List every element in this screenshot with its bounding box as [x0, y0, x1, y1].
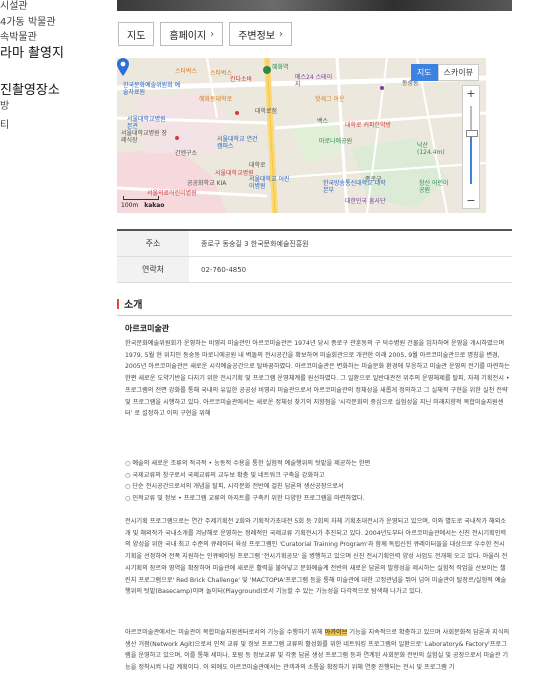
map-label: 대학로점: [255, 108, 278, 115]
list-item: ○ 인적교류 및 정보 • 프로그램 교류의 아지트를 구축키 위한 다양한 프…: [125, 494, 365, 502]
subsection-title: 아르코미술관: [125, 324, 170, 333]
highlighted-term: 아카이브: [324, 629, 348, 636]
zoom-level-fill: [470, 134, 472, 184]
map-label: 동숭동: [402, 80, 419, 87]
map[interactable]: 혜화역 스타벅스 스타벅스 메스24 스테이지 칸다소바 혜화동대학로 핫세그 …: [117, 58, 486, 213]
map-label: 대학로 커피한약방: [345, 122, 392, 129]
address-value: 종로구 동숭길 3 한국문화예술진흥원: [201, 239, 309, 248]
map-label: 백스: [317, 118, 329, 125]
second-paragraph: 전시기획 프로그램으로는 연간 주제기획전 2회와 기획작가초대전 5회 등 7…: [125, 516, 510, 598]
third-paragraph-start: 아르코미술관에서는 미술관이 복합미술지원센터로서의 기능을 수행하기 위해: [125, 629, 323, 636]
intro-paragraph-text: 한국문화예술위원회가 운영하는 비영리 미술관인 아르코미술관은 1974년 당…: [125, 340, 510, 418]
map-label: 메스24 스테이지: [295, 74, 333, 88]
divider: [117, 315, 512, 316]
map-label: 혜화동대학로: [199, 96, 233, 103]
zoom-in-button[interactable]: +: [463, 87, 479, 100]
map-attribution: 100m kakao: [121, 202, 164, 209]
map-button[interactable]: 지도: [118, 22, 155, 46]
info-row-address: 주소 종로구 동숭길 3 한국문화예술진흥원: [117, 231, 512, 257]
map-type-map-button[interactable]: 지도: [410, 64, 438, 81]
section-title-text: 소개: [124, 300, 143, 311]
chevron-right-icon: ›: [279, 28, 284, 40]
map-label: 공공화학교 KIA: [187, 180, 227, 187]
map-label: 서울대학교병원 장례식장: [121, 130, 168, 144]
map-label: 서울대학교병원 본관: [127, 116, 166, 130]
intro-paragraph: 한국문화예술위원회가 운영하는 비영리 미술관인 아르코미술관은 1974년 당…: [125, 338, 510, 420]
photo-strip: [117, 0, 512, 11]
section-title: 소개: [117, 296, 142, 311]
map-label: 스타벅스: [210, 70, 233, 77]
map-label: 종로구: [365, 176, 382, 183]
phone-label: 연락처: [117, 257, 189, 282]
chevron-right-icon: ›: [210, 28, 215, 40]
map-label: 대학로: [249, 162, 266, 169]
nearby-button-label: 주변정보: [238, 30, 276, 42]
scale-bar: [123, 196, 159, 200]
bullet-list: ○ 예술의 새로운 조류의 적극적 • 능동적 수용을 통한 실험적 예술행위의…: [125, 458, 510, 504]
second-paragraph-text: 전시기획 프로그램으로는 연간 주제기획전 2회와 기획작가초대전 5회 등 7…: [125, 518, 508, 596]
list-item: ○ 국제교류의 창구로서 국제교류의 교두보 확충 및 네트워크 구축을 강화하…: [125, 471, 325, 479]
map-label: 칸다소바: [230, 76, 253, 83]
map-label: 스타벅스: [175, 68, 198, 75]
info-row-phone: 연락처 02-760-4850: [117, 257, 512, 283]
sidebar-item[interactable]: 진촬영장소: [0, 79, 60, 98]
map-label: 한국문화예술위원회 예술자료원: [123, 82, 181, 96]
third-paragraph: 아르코미술관에서는 미술관이 복합미술지원센터로서의 기능을 수행하기 위해 아…: [125, 627, 510, 674]
sidebar: 시설관 4가동 박물관 속박물관 라마 촬영지 진촬영장소 방 티: [0, 0, 100, 684]
map-type-toggle: 지도 스카이뷰: [410, 64, 479, 81]
map-label: 서울대학교병원: [215, 170, 254, 177]
third-paragraph-text: 아르코미술관에서는 미술관이 복합미술지원센터로서의 기능을 수행하기 위해 아…: [125, 627, 510, 674]
nearby-button[interactable]: 주변정보 ›: [229, 22, 293, 46]
sidebar-item[interactable]: 속박물관: [0, 28, 37, 43]
zoom-slider-handle[interactable]: [466, 130, 478, 137]
map-label: 서울대학교 연건캠퍼스: [217, 136, 258, 150]
list-item: ○ 예술의 새로운 조류의 적극적 • 능동적 수용을 통한 실험적 예술행위의…: [125, 460, 371, 467]
location-pin-icon: [117, 58, 129, 76]
map-label: 마로니에공원: [319, 138, 353, 145]
map-label: 서울대학교 어린이병원: [249, 176, 290, 190]
zoom-out-button[interactable]: −: [463, 194, 479, 207]
map-label: 간엔구소: [175, 150, 198, 157]
address-label: 주소: [117, 231, 189, 256]
info-table: 주소 종로구 동숭길 3 한국문화예술진흥원 연락처 02-760-4850: [117, 229, 512, 283]
sidebar-item[interactable]: 4가동 박물관: [0, 13, 56, 28]
sidebar-item[interactable]: 라마 촬영지: [0, 42, 64, 61]
kakao-logo: kakao: [144, 202, 165, 209]
section-marker: [117, 299, 119, 309]
sidebar-item[interactable]: 방: [0, 97, 9, 112]
map-label: 대한민국 흥사단: [345, 198, 386, 205]
homepage-button[interactable]: 홈페이지 ›: [160, 22, 224, 46]
map-type-skyview-button[interactable]: 스카이뷰: [437, 64, 479, 81]
map-label: 핫세그 아운: [315, 96, 345, 103]
zoom-control: + −: [462, 85, 480, 209]
phone-value: 02-760-4850: [201, 265, 247, 274]
sidebar-item[interactable]: 티: [0, 116, 9, 131]
list-item: ○ 단순 전시공간으로서의 개념을 탈피, 시각문화 전반에 걸친 담론의 생산…: [125, 483, 344, 490]
map-button-label: 지도: [127, 30, 146, 42]
map-label: 창신 어린이공원: [419, 180, 449, 194]
sidebar-item[interactable]: 시설관: [0, 0, 28, 12]
map-label: 혜화역: [272, 64, 289, 71]
button-row: 지도 홈페이지 › 주변정보 ›: [118, 22, 293, 48]
scale-label: 100m: [121, 202, 139, 209]
map-label: 낙산 (124.4m): [417, 142, 445, 156]
page: 시설관 4가동 박물관 속박물관 라마 촬영지 진촬영장소 방 티 지도 홈페이…: [0, 0, 559, 684]
homepage-button-label: 홈페이지: [169, 30, 207, 42]
